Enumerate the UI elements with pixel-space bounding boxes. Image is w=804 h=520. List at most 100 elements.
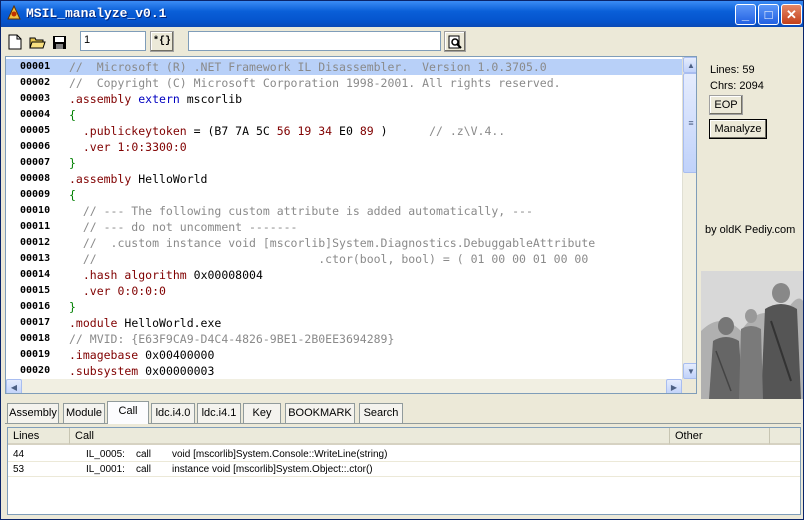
code-token: .ver xyxy=(69,284,118,298)
tab-key[interactable]: Key xyxy=(243,403,281,423)
manalyze-button[interactable]: Manalyze xyxy=(709,119,767,139)
code-token: mscorlib xyxy=(186,92,243,106)
horizontal-scrollbar[interactable]: ◀ ▶ xyxy=(6,379,682,393)
code-line[interactable]: 00009 { xyxy=(6,187,682,203)
line-number: 00008 xyxy=(20,173,51,184)
code-token: 1:0:3300:0 xyxy=(117,140,187,154)
code-line[interactable]: 00014 .hash algorithm 0x00008004 xyxy=(6,267,682,283)
code-token: 89 xyxy=(359,124,374,138)
code-text: { xyxy=(69,187,76,203)
tab-assembly[interactable]: Assembly xyxy=(7,403,59,423)
eop-button[interactable]: EOP xyxy=(709,95,743,115)
code-token: HelloWorld.exe xyxy=(124,316,222,330)
tab-ldc-i4-0[interactable]: ldc.i4.0 xyxy=(151,403,195,423)
line-number: 00001 xyxy=(20,61,51,72)
result-row[interactable]: 44 IL_0005: call void [mscorlib]System.Cons… xyxy=(8,447,800,462)
scroll-up-button[interactable]: ▲ xyxy=(683,57,696,73)
code-line[interactable]: 00005 .publickeytoken = (B7 7A 5C 56 19 … xyxy=(6,123,682,139)
line-number: 00002 xyxy=(20,77,51,88)
code-token: 0:0:0:0 xyxy=(117,284,166,298)
code-text: .imagebase 0x00400000 xyxy=(69,347,214,363)
save-icon xyxy=(52,35,66,49)
maximize-icon: □ xyxy=(764,7,773,22)
tab-search[interactable]: Search xyxy=(359,403,403,423)
code-token: B7 7A 5C xyxy=(214,124,277,138)
open-button[interactable] xyxy=(27,32,47,52)
code-line[interactable]: 00011 // --- do not uncomment ------- xyxy=(6,219,682,235)
line-number: 00018 xyxy=(20,333,51,344)
column-header-other[interactable]: Other xyxy=(670,428,770,445)
tab-module[interactable]: Module xyxy=(63,403,105,423)
tab-call[interactable]: Call xyxy=(107,401,149,424)
code-line[interactable]: 00019 .imagebase 0x00400000 xyxy=(6,347,682,363)
code-line[interactable]: 00007} xyxy=(6,155,682,171)
new-file-button[interactable] xyxy=(5,32,25,52)
vertical-scrollbar[interactable]: ▲ ≡ ▼ xyxy=(682,57,696,379)
line-number: 00015 xyxy=(20,285,51,296)
line-number: 00012 xyxy=(20,237,51,248)
code-line[interactable]: 00020 .subsystem 0x00000003 xyxy=(6,363,682,379)
arrow-down-icon: ▼ xyxy=(687,366,695,376)
code-token: // MVID: {E63F9CA9-D4C4-4826-9BE1-2B0EE3… xyxy=(69,332,395,346)
code-token: 0x00400000 xyxy=(145,348,215,362)
save-button[interactable] xyxy=(49,32,69,52)
code-token: 56 19 34 xyxy=(276,124,333,138)
scroll-left-button[interactable]: ◀ xyxy=(6,379,22,393)
code-token: extern xyxy=(138,92,187,106)
tab-bookmark[interactable]: BOOKMARK xyxy=(285,403,355,423)
code-line[interactable]: 00004 { xyxy=(6,107,682,123)
code-line[interactable]: 00016} xyxy=(6,299,682,315)
code-text: // Copyright (C) Microsoft Corporation 1… xyxy=(69,75,561,91)
code-text: .ver 0:0:0:0 xyxy=(69,283,166,299)
code-line[interactable]: 00015 .ver 0:0:0:0 xyxy=(6,283,682,299)
code-token: .ver xyxy=(69,140,118,154)
scroll-right-button[interactable]: ▶ xyxy=(666,379,682,393)
code-token: { xyxy=(69,188,76,202)
scroll-down-button[interactable]: ▼ xyxy=(683,363,696,379)
code-line[interactable]: 00008 .assembly HelloWorld xyxy=(6,171,682,187)
arrow-left-icon: ◀ xyxy=(10,382,18,392)
maximize-button[interactable]: □ xyxy=(758,4,779,25)
results-list[interactable]: Lines Call Other 44 IL_0005: call void [msc… xyxy=(7,427,801,515)
result-row[interactable]: 53 IL_0001: call instance void [mscorlib]Sy… xyxy=(8,462,800,477)
title-bar[interactable]: MSIL_manalyze_v0.1 _ □ ✕ xyxy=(1,1,803,27)
line-number-field[interactable]: 1 xyxy=(80,31,146,51)
code-token: } xyxy=(69,300,76,314)
code-token: // .z\V.4.. xyxy=(429,124,506,138)
code-token: // .ctor(bool, bool) = ( 01 00 00 01 00 … xyxy=(69,252,589,266)
search-button[interactable] xyxy=(444,31,466,52)
minimize-button[interactable]: _ xyxy=(735,4,756,25)
code-text: .assembly HelloWorld xyxy=(69,171,208,187)
search-input[interactable] xyxy=(188,31,441,51)
tab-ldc-i4-1[interactable]: ldc.i4.1 xyxy=(197,403,241,423)
code-token: HelloWorld xyxy=(138,172,208,186)
close-button[interactable]: ✕ xyxy=(781,4,802,25)
code-line[interactable]: 00002 // Copyright (C) Microsoft Corporat… xyxy=(6,75,682,91)
result-line-cell: 53 xyxy=(13,464,25,475)
line-number: 00016 xyxy=(20,301,51,312)
minimize-icon: _ xyxy=(741,7,750,22)
code-token: { xyxy=(69,108,76,122)
chars-count: Chrs: 2094 xyxy=(710,80,764,92)
column-header-lines[interactable]: Lines xyxy=(8,428,70,445)
column-header-call[interactable]: Call xyxy=(70,428,670,445)
code-line[interactable]: 00018 // MVID: {E63F9CA9-D4C4-4826-9BE1-2… xyxy=(6,331,682,347)
code-line[interactable]: 00017 .module HelloWorld.exe xyxy=(6,315,682,331)
line-number: 00003 xyxy=(20,93,51,104)
line-number: 00011 xyxy=(20,221,51,232)
code-line[interactable]: 00010 // --- The following custom attrib… xyxy=(6,203,682,219)
scroll-thumb[interactable]: ≡ xyxy=(683,73,696,173)
arrow-right-icon: ▶ xyxy=(670,382,678,392)
lines-count: Lines: 59 xyxy=(710,64,755,76)
code-line[interactable]: 00013 // .ctor(bool, bool) = ( 01 00 00 … xyxy=(6,251,682,267)
open-folder-icon xyxy=(28,37,46,48)
code-editor[interactable]: 00001 // Microsoft (R) .NET Framework IL … xyxy=(5,56,697,394)
result-line-cell: 44 xyxy=(13,449,25,460)
code-token: .module xyxy=(69,316,125,330)
goto-line-button[interactable]: *{} xyxy=(150,31,174,52)
code-token: // .custom instance void [mscorlib]Syste… xyxy=(69,236,596,250)
code-line[interactable]: 00001 // Microsoft (R) .NET Framework IL … xyxy=(6,59,682,75)
code-line[interactable]: 00006 .ver 1:0:3300:0 xyxy=(6,139,682,155)
code-line[interactable]: 00003 .assembly extern mscorlib xyxy=(6,91,682,107)
code-line[interactable]: 00012 // .custom instance void [mscorlib… xyxy=(6,235,682,251)
